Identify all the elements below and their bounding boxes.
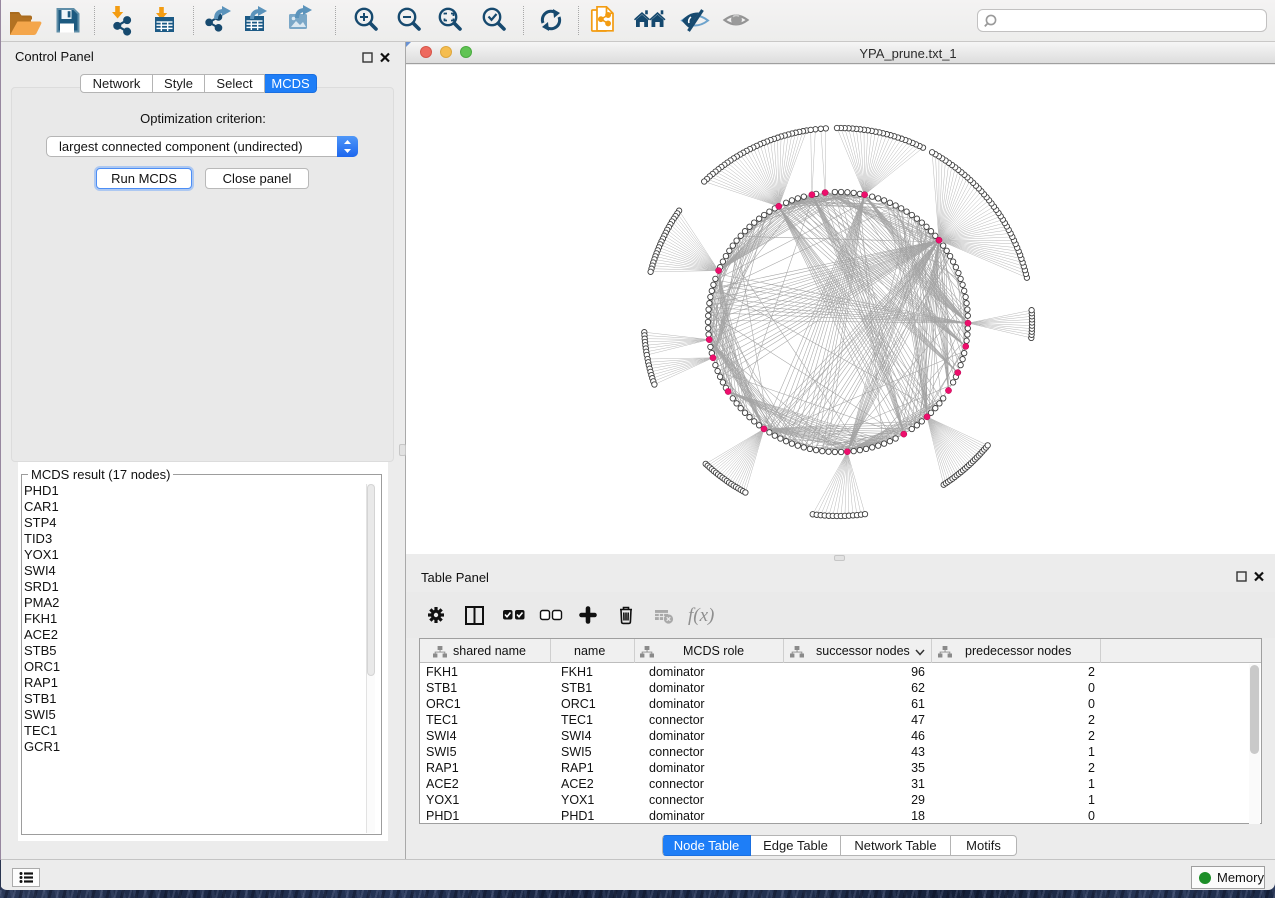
svg-text:f(x): f(x)	[688, 605, 714, 626]
